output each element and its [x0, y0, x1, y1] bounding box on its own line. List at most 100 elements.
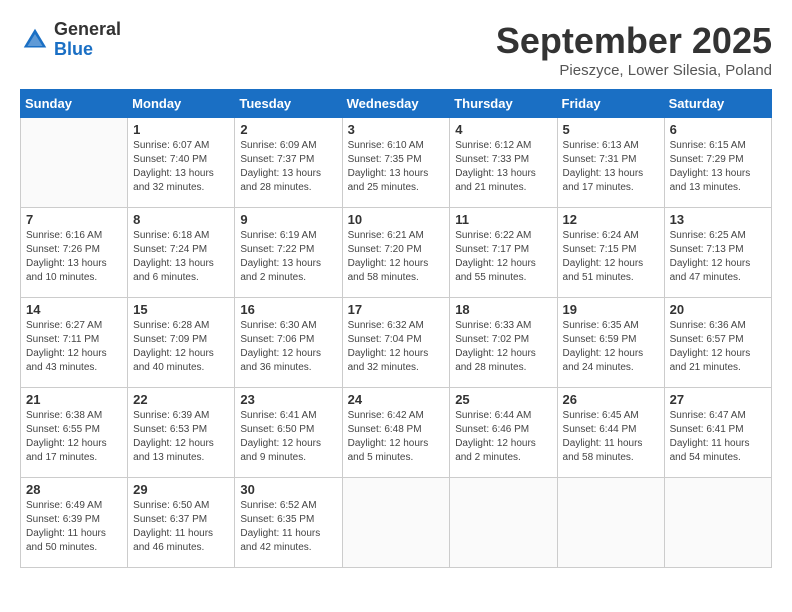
day-number: 1	[133, 122, 229, 137]
calendar-cell	[21, 118, 128, 208]
calendar-cell: 14 Sunrise: 6:27 AM Sunset: 7:11 PM Dayli…	[21, 298, 128, 388]
day-info: Sunrise: 6:28 AM Sunset: 7:09 PM Dayligh…	[133, 319, 229, 375]
day-number: 5	[563, 122, 659, 137]
day-number: 20	[670, 302, 766, 317]
calendar-cell: 23 Sunrise: 6:41 AM Sunset: 6:50 PM Dayli…	[235, 388, 342, 478]
day-info: Sunrise: 6:30 AM Sunset: 7:06 PM Dayligh…	[240, 319, 336, 375]
day-number: 11	[455, 212, 551, 227]
location-subtitle: Pieszyce, Lower Silesia, Poland	[496, 62, 772, 79]
calendar-cell: 27Sunrise: 6:47 AM Sunset: 6:41 PM Dayli…	[664, 388, 771, 478]
day-info: Sunrise: 6:18 AM Sunset: 7:24 PM Dayligh…	[133, 229, 229, 285]
day-number: 7	[26, 212, 122, 227]
day-info: Sunrise: 6:45 AM Sunset: 6:44 PM Dayligh…	[563, 409, 659, 465]
calendar-cell: 4 Sunrise: 6:12 AM Sunset: 7:33 PM Daylig…	[450, 118, 557, 208]
logo: General Blue	[20, 20, 121, 60]
weekday-header: Thursday	[450, 90, 557, 118]
day-number: 30	[240, 482, 336, 497]
calendar-cell: 8 Sunrise: 6:18 AM Sunset: 7:24 PM Daylig…	[128, 208, 235, 298]
day-number: 16	[240, 302, 336, 317]
weekday-header: Tuesday	[235, 90, 342, 118]
day-info: Sunrise: 6:15 AM Sunset: 7:29 PM Dayligh…	[670, 139, 766, 195]
day-info: Sunrise: 6:10 AM Sunset: 7:35 PM Dayligh…	[348, 139, 445, 195]
day-number: 14	[26, 302, 122, 317]
day-number: 29	[133, 482, 229, 497]
day-info: Sunrise: 6:25 AM Sunset: 7:13 PM Dayligh…	[670, 229, 766, 285]
day-number: 9	[240, 212, 336, 227]
day-number: 23	[240, 392, 336, 407]
calendar-cell: 29 Sunrise: 6:50 AM Sunset: 6:37 PM Dayli…	[128, 478, 235, 568]
day-number: 19	[563, 302, 659, 317]
calendar-cell	[342, 478, 450, 568]
calendar-cell: 17 Sunrise: 6:32 AM Sunset: 7:04 PM Dayli…	[342, 298, 450, 388]
calendar-cell: 5 Sunrise: 6:13 AM Sunset: 7:31 PM Daylig…	[557, 118, 664, 208]
day-info: Sunrise: 6:27 AM Sunset: 7:11 PM Dayligh…	[26, 319, 122, 375]
weekday-header-row: SundayMondayTuesdayWednesdayThursdayFrid…	[21, 90, 772, 118]
calendar-cell	[557, 478, 664, 568]
day-number: 10	[348, 212, 445, 227]
day-number: 15	[133, 302, 229, 317]
day-number: 28	[26, 482, 122, 497]
day-number: 4	[455, 122, 551, 137]
day-number: 3	[348, 122, 445, 137]
weekday-header: Sunday	[21, 90, 128, 118]
weekday-header: Monday	[128, 90, 235, 118]
day-info: Sunrise: 6:21 AM Sunset: 7:20 PM Dayligh…	[348, 229, 445, 285]
calendar-cell: 20 Sunrise: 6:36 AM Sunset: 6:57 PM Dayli…	[664, 298, 771, 388]
calendar-cell: 15 Sunrise: 6:28 AM Sunset: 7:09 PM Dayli…	[128, 298, 235, 388]
day-info: Sunrise: 6:50 AM Sunset: 6:37 PM Dayligh…	[133, 499, 229, 555]
calendar-week-row: 14 Sunrise: 6:27 AM Sunset: 7:11 PM Dayli…	[21, 298, 772, 388]
calendar-cell: 24Sunrise: 6:42 AM Sunset: 6:48 PM Dayli…	[342, 388, 450, 478]
calendar-week-row: 1 Sunrise: 6:07 AM Sunset: 7:40 PM Daylig…	[21, 118, 772, 208]
day-info: Sunrise: 6:35 AM Sunset: 6:59 PM Dayligh…	[563, 319, 659, 375]
calendar-cell: 30 Sunrise: 6:52 AM Sunset: 6:35 PM Dayli…	[235, 478, 342, 568]
calendar-cell: 22 Sunrise: 6:39 AM Sunset: 6:53 PM Dayli…	[128, 388, 235, 478]
logo-icon	[20, 25, 50, 55]
day-number: 17	[348, 302, 445, 317]
day-number: 24	[348, 392, 445, 407]
day-info: Sunrise: 6:09 AM Sunset: 7:37 PM Dayligh…	[240, 139, 336, 195]
day-info: Sunrise: 6:41 AM Sunset: 6:50 PM Dayligh…	[240, 409, 336, 465]
logo-text: General Blue	[54, 20, 121, 60]
calendar-cell: 2Sunrise: 6:09 AM Sunset: 7:37 PM Daylig…	[235, 118, 342, 208]
day-info: Sunrise: 6:36 AM Sunset: 6:57 PM Dayligh…	[670, 319, 766, 375]
calendar-cell: 28 Sunrise: 6:49 AM Sunset: 6:39 PM Dayli…	[21, 478, 128, 568]
calendar-week-row: 7 Sunrise: 6:16 AM Sunset: 7:26 PM Daylig…	[21, 208, 772, 298]
calendar-cell: 19 Sunrise: 6:35 AM Sunset: 6:59 PM Dayli…	[557, 298, 664, 388]
day-info: Sunrise: 6:47 AM Sunset: 6:41 PM Dayligh…	[670, 409, 766, 465]
day-info: Sunrise: 6:12 AM Sunset: 7:33 PM Dayligh…	[455, 139, 551, 195]
day-info: Sunrise: 6:44 AM Sunset: 6:46 PM Dayligh…	[455, 409, 551, 465]
day-info: Sunrise: 6:22 AM Sunset: 7:17 PM Dayligh…	[455, 229, 551, 285]
calendar-cell: 1 Sunrise: 6:07 AM Sunset: 7:40 PM Daylig…	[128, 118, 235, 208]
day-info: Sunrise: 6:52 AM Sunset: 6:35 PM Dayligh…	[240, 499, 336, 555]
day-number: 25	[455, 392, 551, 407]
day-number: 6	[670, 122, 766, 137]
weekday-header: Friday	[557, 90, 664, 118]
day-info: Sunrise: 6:33 AM Sunset: 7:02 PM Dayligh…	[455, 319, 551, 375]
day-number: 12	[563, 212, 659, 227]
day-info: Sunrise: 6:32 AM Sunset: 7:04 PM Dayligh…	[348, 319, 445, 375]
day-info: Sunrise: 6:24 AM Sunset: 7:15 PM Dayligh…	[563, 229, 659, 285]
day-info: Sunrise: 6:49 AM Sunset: 6:39 PM Dayligh…	[26, 499, 122, 555]
day-info: Sunrise: 6:16 AM Sunset: 7:26 PM Dayligh…	[26, 229, 122, 285]
day-info: Sunrise: 6:13 AM Sunset: 7:31 PM Dayligh…	[563, 139, 659, 195]
calendar-week-row: 21Sunrise: 6:38 AM Sunset: 6:55 PM Dayli…	[21, 388, 772, 478]
calendar-cell: 21Sunrise: 6:38 AM Sunset: 6:55 PM Dayli…	[21, 388, 128, 478]
calendar-cell: 7 Sunrise: 6:16 AM Sunset: 7:26 PM Daylig…	[21, 208, 128, 298]
calendar-cell: 26 Sunrise: 6:45 AM Sunset: 6:44 PM Dayli…	[557, 388, 664, 478]
calendar-cell: 6 Sunrise: 6:15 AM Sunset: 7:29 PM Daylig…	[664, 118, 771, 208]
day-number: 8	[133, 212, 229, 227]
calendar-cell: 12 Sunrise: 6:24 AM Sunset: 7:15 PM Dayli…	[557, 208, 664, 298]
day-number: 22	[133, 392, 229, 407]
day-number: 26	[563, 392, 659, 407]
calendar-cell: 18 Sunrise: 6:33 AM Sunset: 7:02 PM Dayli…	[450, 298, 557, 388]
calendar-cell: 11 Sunrise: 6:22 AM Sunset: 7:17 PM Dayli…	[450, 208, 557, 298]
calendar-cell	[664, 478, 771, 568]
day-info: Sunrise: 6:07 AM Sunset: 7:40 PM Dayligh…	[133, 139, 229, 195]
month-title: September 2025	[496, 20, 772, 62]
title-block: September 2025 Pieszyce, Lower Silesia, …	[496, 20, 772, 79]
calendar-cell: 9Sunrise: 6:19 AM Sunset: 7:22 PM Daylig…	[235, 208, 342, 298]
day-number: 18	[455, 302, 551, 317]
day-info: Sunrise: 6:39 AM Sunset: 6:53 PM Dayligh…	[133, 409, 229, 465]
calendar-table: SundayMondayTuesdayWednesdayThursdayFrid…	[20, 89, 772, 568]
day-info: Sunrise: 6:38 AM Sunset: 6:55 PM Dayligh…	[26, 409, 122, 465]
